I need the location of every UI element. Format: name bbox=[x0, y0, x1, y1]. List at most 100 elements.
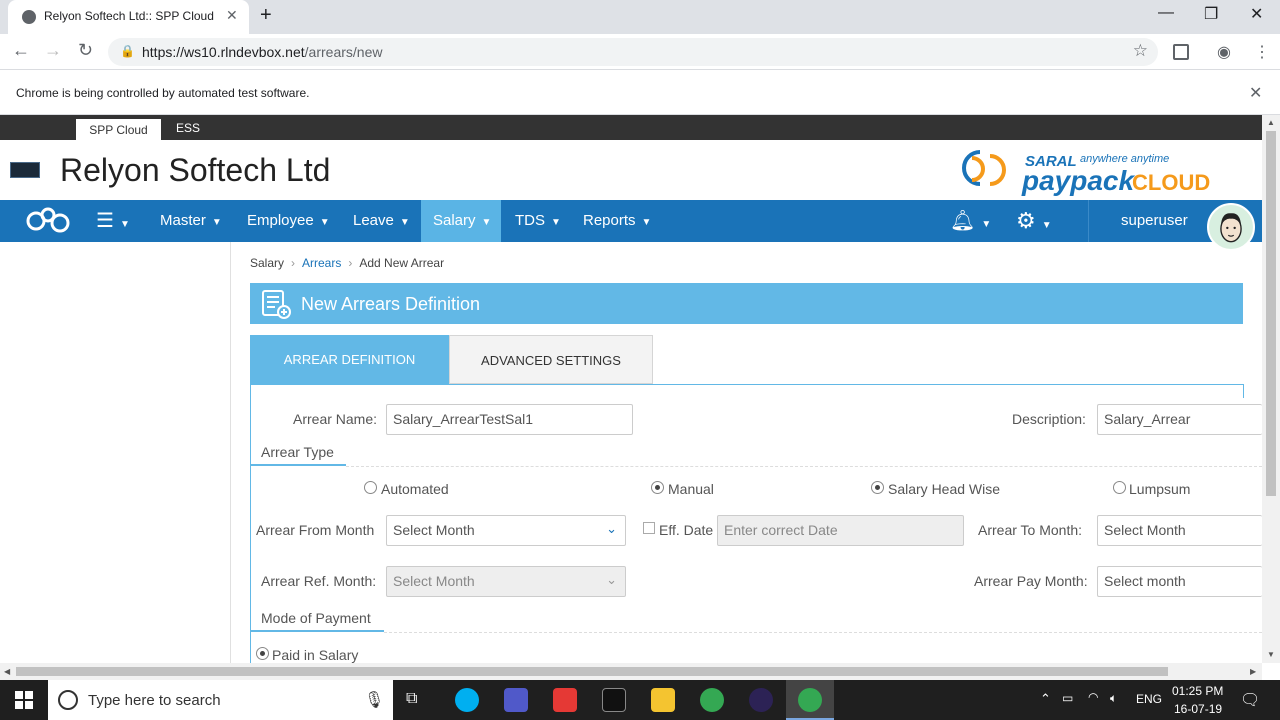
nav-tds[interactable]: TDS ▼ bbox=[515, 200, 561, 242]
tray-chevron-icon[interactable]: ⌃ bbox=[1040, 691, 1051, 707]
new-tab-button[interactable]: + bbox=[260, 4, 272, 27]
breadcrumb-chevron-icon: › bbox=[291, 256, 296, 270]
eff-date-checkbox[interactable] bbox=[643, 522, 655, 534]
scroll-down-icon[interactable]: ▼ bbox=[1267, 650, 1275, 659]
vertical-scrollbar[interactable]: ▲ ▼ bbox=[1262, 115, 1280, 663]
app-home-icon[interactable] bbox=[24, 207, 72, 235]
clock-time[interactable]: 01:25 PM bbox=[1172, 684, 1223, 698]
terminal-icon[interactable] bbox=[602, 688, 626, 712]
chrome-icon[interactable] bbox=[798, 688, 822, 712]
scroll-thumb[interactable] bbox=[16, 667, 1168, 676]
teams-icon[interactable] bbox=[504, 688, 528, 712]
minimize-button[interactable]: — bbox=[1158, 4, 1174, 22]
skype-icon[interactable] bbox=[455, 688, 479, 712]
from-month-select[interactable]: Select Month ⌄ bbox=[386, 515, 626, 546]
scroll-left-icon[interactable]: ◀ bbox=[4, 667, 10, 676]
automation-infobar: Chrome is being controlled by automated … bbox=[0, 71, 1280, 115]
chrome-icon[interactable] bbox=[700, 688, 724, 712]
lock-icon: 🔒 bbox=[120, 44, 135, 58]
forward-arrow-icon[interactable]: → bbox=[44, 40, 62, 61]
arrear-type-heading: Arrear Type bbox=[261, 444, 334, 460]
file-explorer-icon[interactable] bbox=[651, 688, 675, 712]
svg-text:anywhere anytime: anywhere anytime bbox=[1080, 153, 1169, 165]
panel-title: New Arrears Definition bbox=[301, 294, 481, 314]
horizontal-scrollbar[interactable]: ◀ ▶ bbox=[0, 663, 1262, 680]
clock-date[interactable]: 16-07-19 bbox=[1174, 702, 1222, 716]
radio-manual[interactable] bbox=[651, 481, 664, 494]
breadcrumb-salary[interactable]: Salary bbox=[250, 256, 284, 270]
to-month-select[interactable]: Select Month bbox=[1097, 515, 1262, 546]
pay-month-select[interactable]: Select month bbox=[1097, 566, 1262, 597]
breadcrumb-chevron-icon: › bbox=[348, 256, 353, 270]
address-url: https://ws10.rlndevbox.net/arrears/new bbox=[142, 44, 383, 60]
language-indicator[interactable]: ENG bbox=[1136, 692, 1162, 706]
notification-icon[interactable]: 🗨︎ bbox=[1240, 690, 1260, 710]
nav-leave[interactable]: Leave ▼ bbox=[353, 200, 410, 242]
breadcrumb-arrears[interactable]: Arrears bbox=[302, 256, 341, 270]
tab-ess[interactable]: ESS bbox=[176, 121, 200, 135]
arrear-name-input[interactable]: Salary_ArrearTestSal1 bbox=[386, 404, 633, 435]
company-header: Relyon Softech Ltd SARAL anywhere anytim… bbox=[0, 140, 1262, 200]
menu-dots-icon[interactable]: ⋮ bbox=[1254, 42, 1270, 62]
microphone-icon[interactable]: 🎙︎ bbox=[364, 690, 384, 710]
eff-date-input[interactable]: Enter correct Date bbox=[717, 515, 964, 546]
battery-icon[interactable]: ▭ bbox=[1062, 691, 1073, 705]
volume-icon[interactable]: 🔈︎ bbox=[1110, 691, 1117, 706]
back-arrow-icon[interactable]: ← bbox=[12, 40, 30, 61]
tab-arrear-definition[interactable]: ARREAR DEFINITION bbox=[250, 335, 449, 384]
close-infobar-icon[interactable]: ✕ bbox=[1249, 83, 1262, 103]
taskbar-search[interactable]: Type here to search 🎙︎ bbox=[48, 680, 393, 720]
tab-spp-cloud[interactable]: SPP Cloud bbox=[76, 119, 161, 140]
description-input[interactable]: Salary_Arrear bbox=[1097, 404, 1262, 435]
close-window-button[interactable]: ✕ bbox=[1250, 4, 1263, 24]
extension-icon[interactable] bbox=[1173, 44, 1189, 60]
saral-paypack-logo: SARAL anywhere anytime paypack CLOUD bbox=[962, 150, 1210, 196]
scroll-right-icon[interactable]: ▶ bbox=[1250, 667, 1256, 676]
eclipse-icon[interactable] bbox=[749, 688, 773, 712]
avatar[interactable] bbox=[1207, 203, 1255, 251]
tab-advanced-settings[interactable]: ADVANCED SETTINGS bbox=[449, 335, 653, 384]
scroll-thumb[interactable] bbox=[1266, 131, 1276, 496]
profile-icon[interactable]: ◉ bbox=[1217, 42, 1231, 62]
windows-start-icon[interactable] bbox=[15, 691, 33, 709]
bookmark-star-icon[interactable]: ☆ bbox=[1133, 41, 1148, 61]
chevron-down-icon: ⌄ bbox=[606, 572, 617, 587]
main-nav: ☰ ▼ Master ▼ Employee ▼ Leave ▼ Salary ▼ TDS ▼… bbox=[0, 200, 1262, 242]
maximize-button[interactable]: ❐ bbox=[1204, 4, 1218, 24]
list-add-icon bbox=[262, 290, 291, 319]
radio-lumpsum[interactable] bbox=[1113, 481, 1126, 494]
nav-salary[interactable]: Salary ▼ bbox=[421, 200, 501, 242]
breadcrumb: Salary › Arrears › Add New Arrear bbox=[250, 256, 444, 270]
reload-icon[interactable]: ↻ bbox=[78, 40, 93, 61]
user-name[interactable]: superuser bbox=[1121, 200, 1188, 242]
svg-text:paypack: paypack bbox=[1021, 165, 1135, 196]
gear-icon[interactable]: ⚙ ▼ bbox=[1016, 200, 1052, 242]
browser-tab-title: Relyon Softech Ltd:: SPP Cloud bbox=[44, 9, 214, 23]
radio-automated[interactable] bbox=[364, 481, 377, 494]
browser-toolbar: ← → ↻ 🔒 https://ws10.rlndevbox.net/arrea… bbox=[0, 34, 1280, 70]
from-month-value: Select Month bbox=[393, 522, 475, 538]
hamburger-menu-icon[interactable]: ☰ ▼ bbox=[96, 200, 130, 242]
radio-paid-in-salary[interactable] bbox=[256, 647, 269, 660]
anydesk-icon[interactable] bbox=[553, 688, 577, 712]
windows-taskbar: Type here to search 🎙︎ ⧉ ⌃ ▭ ◠ 🔈︎ ENG 01… bbox=[0, 680, 1280, 720]
nav-reports[interactable]: Reports ▼ bbox=[583, 200, 651, 242]
ref-month-select[interactable]: Select Month ⌄ bbox=[386, 566, 626, 597]
radio-salary-head-wise[interactable] bbox=[871, 481, 884, 494]
bell-icon[interactable]: 🔔︎ ▼ bbox=[950, 200, 991, 242]
wifi-icon[interactable]: ◠ bbox=[1088, 690, 1098, 704]
address-bar[interactable]: 🔒 https://ws10.rlndevbox.net/arrears/new… bbox=[108, 38, 1158, 66]
company-logo bbox=[10, 162, 40, 178]
ref-month-label: Arrear Ref. Month: bbox=[261, 573, 377, 589]
section-divider bbox=[346, 466, 1262, 467]
manual-label: Manual bbox=[668, 481, 714, 497]
close-tab-icon[interactable]: ✕ bbox=[226, 7, 238, 24]
browser-tab[interactable]: Relyon Softech Ltd:: SPP Cloud ✕ bbox=[8, 0, 249, 34]
nav-employee[interactable]: Employee ▼ bbox=[247, 200, 330, 242]
browser-tabstrip: Relyon Softech Ltd:: SPP Cloud ✕ + — ❐ ✕ bbox=[0, 0, 1280, 34]
nav-master[interactable]: Master ▼ bbox=[160, 200, 222, 242]
scroll-up-icon[interactable]: ▲ bbox=[1267, 118, 1275, 127]
section-underline bbox=[251, 630, 384, 632]
task-view-icon[interactable]: ⧉ bbox=[406, 690, 417, 708]
description-label: Description: bbox=[1012, 411, 1086, 427]
